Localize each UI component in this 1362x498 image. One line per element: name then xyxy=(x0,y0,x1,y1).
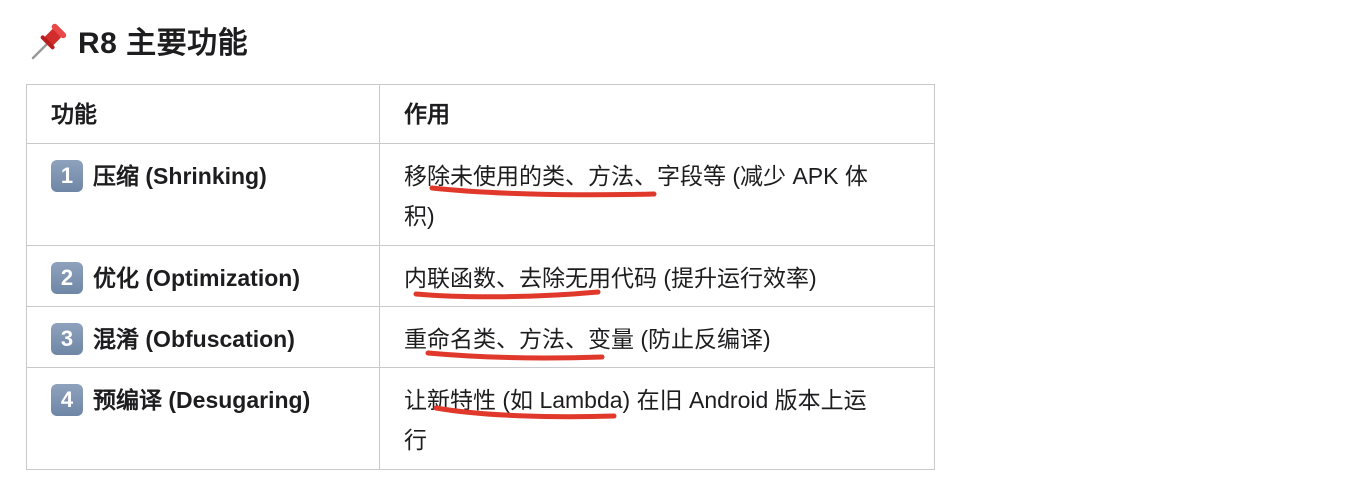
effect-cell: 让新特性 (如 Lambda) 在旧 Android 版本上运行 xyxy=(379,367,935,470)
feature-label: 优化 (Optimization) xyxy=(93,265,300,291)
keycap-three-icon: 3 xyxy=(51,323,83,355)
table-row: 3 混淆 (Obfuscation) 重命名类、方法、变量 (防止反编译) xyxy=(26,306,935,368)
keycap-two-icon: 2 xyxy=(51,262,83,294)
header-feature: 功能 xyxy=(26,84,380,144)
effect-text: 内联函数、去除无用代码 (提升运行效率) xyxy=(404,265,817,291)
effect-text: 移除未使用的类、方法、字段等 (减少 APK 体积) xyxy=(404,163,868,229)
effect-cell: 移除未使用的类、方法、字段等 (减少 APK 体积) xyxy=(379,143,935,246)
features-table: 功能 作用 1 压缩 (Shrinking) 移除未使用的类、方法、字段等 (减… xyxy=(26,84,935,470)
keycap-one-icon: 1 xyxy=(51,160,83,192)
table-row: 1 压缩 (Shrinking) 移除未使用的类、方法、字段等 (减少 APK … xyxy=(26,143,935,246)
effect-cell: 重命名类、方法、变量 (防止反编译) xyxy=(379,306,935,368)
header-effect-label: 作用 xyxy=(404,101,450,127)
feature-label: 混淆 (Obfuscation) xyxy=(93,326,295,352)
table-header-row: 功能 作用 xyxy=(26,84,935,144)
feature-label: 压缩 (Shrinking) xyxy=(93,163,267,189)
table-row: 4 预编译 (Desugaring) 让新特性 (如 Lambda) 在旧 An… xyxy=(26,367,935,470)
page-heading: R8 主要功能 xyxy=(28,18,248,62)
feature-cell: 2 优化 (Optimization) xyxy=(26,245,380,307)
feature-cell: 3 混淆 (Obfuscation) xyxy=(26,306,380,368)
feature-cell: 4 预编译 (Desugaring) xyxy=(26,367,380,470)
effect-text: 重命名类、方法、变量 (防止反编译) xyxy=(404,326,771,352)
feature-cell: 1 压缩 (Shrinking) xyxy=(26,143,380,246)
feature-label: 预编译 (Desugaring) xyxy=(93,387,311,413)
pushpin-icon xyxy=(31,23,67,60)
keycap-four-icon: 4 xyxy=(51,384,83,416)
page-title: R8 主要功能 xyxy=(78,27,249,60)
header-effect: 作用 xyxy=(379,84,935,144)
effect-cell: 内联函数、去除无用代码 (提升运行效率) xyxy=(379,245,935,307)
header-feature-label: 功能 xyxy=(51,101,97,127)
effect-text: 让新特性 (如 Lambda) 在旧 Android 版本上运行 xyxy=(404,387,867,453)
table-row: 2 优化 (Optimization) 内联函数、去除无用代码 (提升运行效率) xyxy=(26,245,935,307)
